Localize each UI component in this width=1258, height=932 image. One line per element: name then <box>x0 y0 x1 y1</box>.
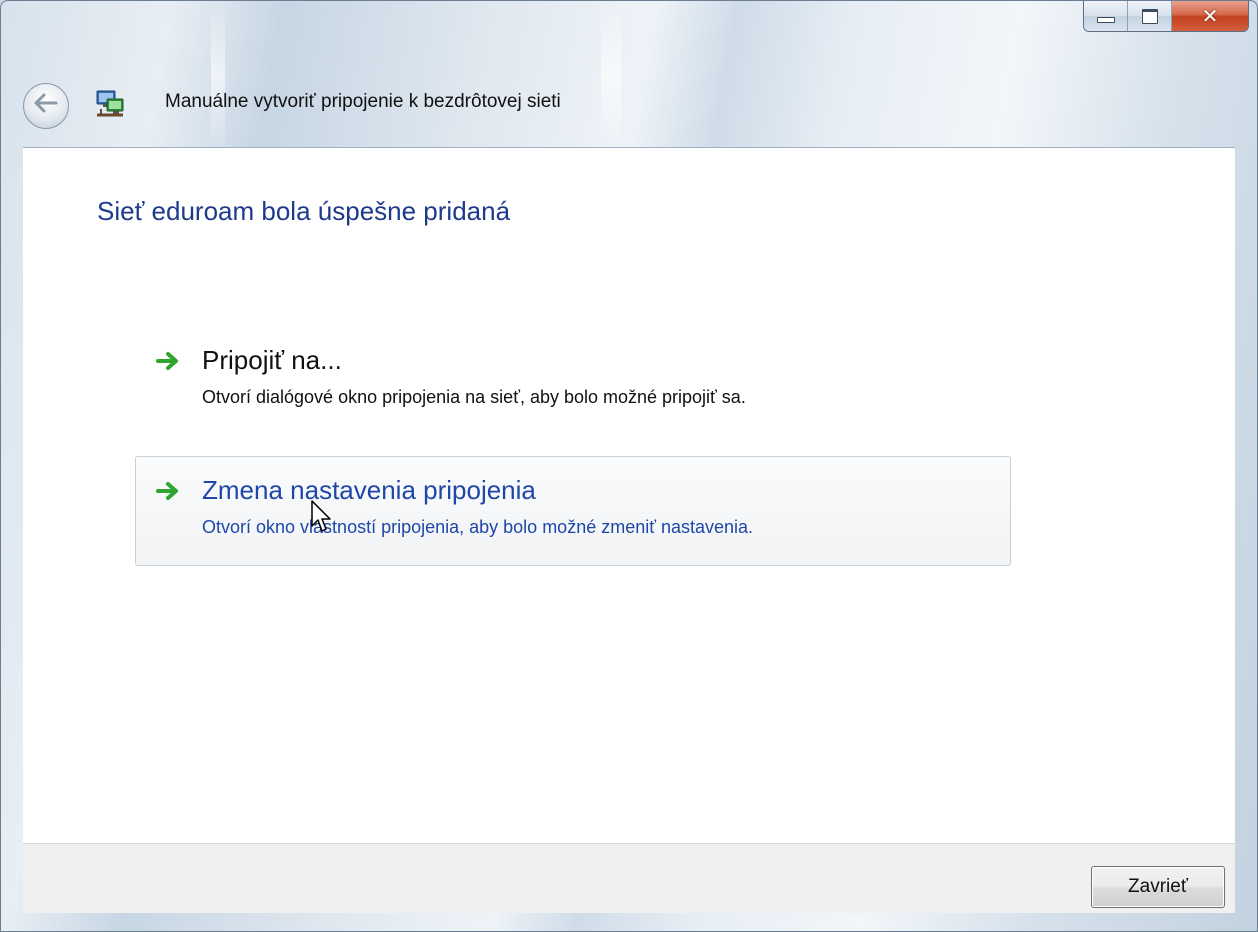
back-arrow-icon <box>34 93 58 117</box>
content-area: Sieť eduroam bola úspešne pridaná Pripoj… <box>23 147 1235 843</box>
caption-buttons: ✕ <box>1083 1 1249 32</box>
frame-glass-streak <box>601 1 621 151</box>
maximize-button[interactable] <box>1128 1 1172 31</box>
connect-option-description: Otvorí dialógové okno pripojenia na sieť… <box>202 387 746 407</box>
close-icon: ✕ <box>1201 4 1219 28</box>
minimize-button[interactable] <box>1084 1 1128 31</box>
green-arrow-icon <box>156 351 180 371</box>
back-button[interactable] <box>23 83 69 129</box>
footer-bar: Zavrieť <box>23 843 1235 913</box>
maximize-icon <box>1141 8 1158 24</box>
frame-glass-streak <box>211 1 225 151</box>
connect-option[interactable]: Pripojiť na... Otvorí dialógové okno pri… <box>135 326 1011 436</box>
window-title: Manuálne vytvoriť pripojenie k bezdrôtov… <box>165 91 561 112</box>
change-settings-option[interactable]: Zmena nastavenia pripojenia Otvorí okno … <box>135 456 1011 566</box>
close-window-button[interactable]: ✕ <box>1172 1 1248 31</box>
network-icon <box>93 89 127 119</box>
dialog-window: ✕ Manuálne vytvoriť pripojenie k bezdrôt… <box>0 0 1258 932</box>
connect-option-title: Pripojiť na... <box>202 345 342 375</box>
change-settings-option-title: Zmena nastavenia pripojenia <box>202 475 536 505</box>
mouse-cursor-icon <box>311 500 333 534</box>
minimize-icon <box>1096 17 1115 23</box>
green-arrow-icon <box>156 481 180 501</box>
change-settings-option-description: Otvorí okno vlastností pripojenia, aby b… <box>202 517 754 537</box>
close-button[interactable]: Zavrieť <box>1091 866 1225 908</box>
page-heading: Sieť eduroam bola úspešne pridaná <box>97 196 511 226</box>
